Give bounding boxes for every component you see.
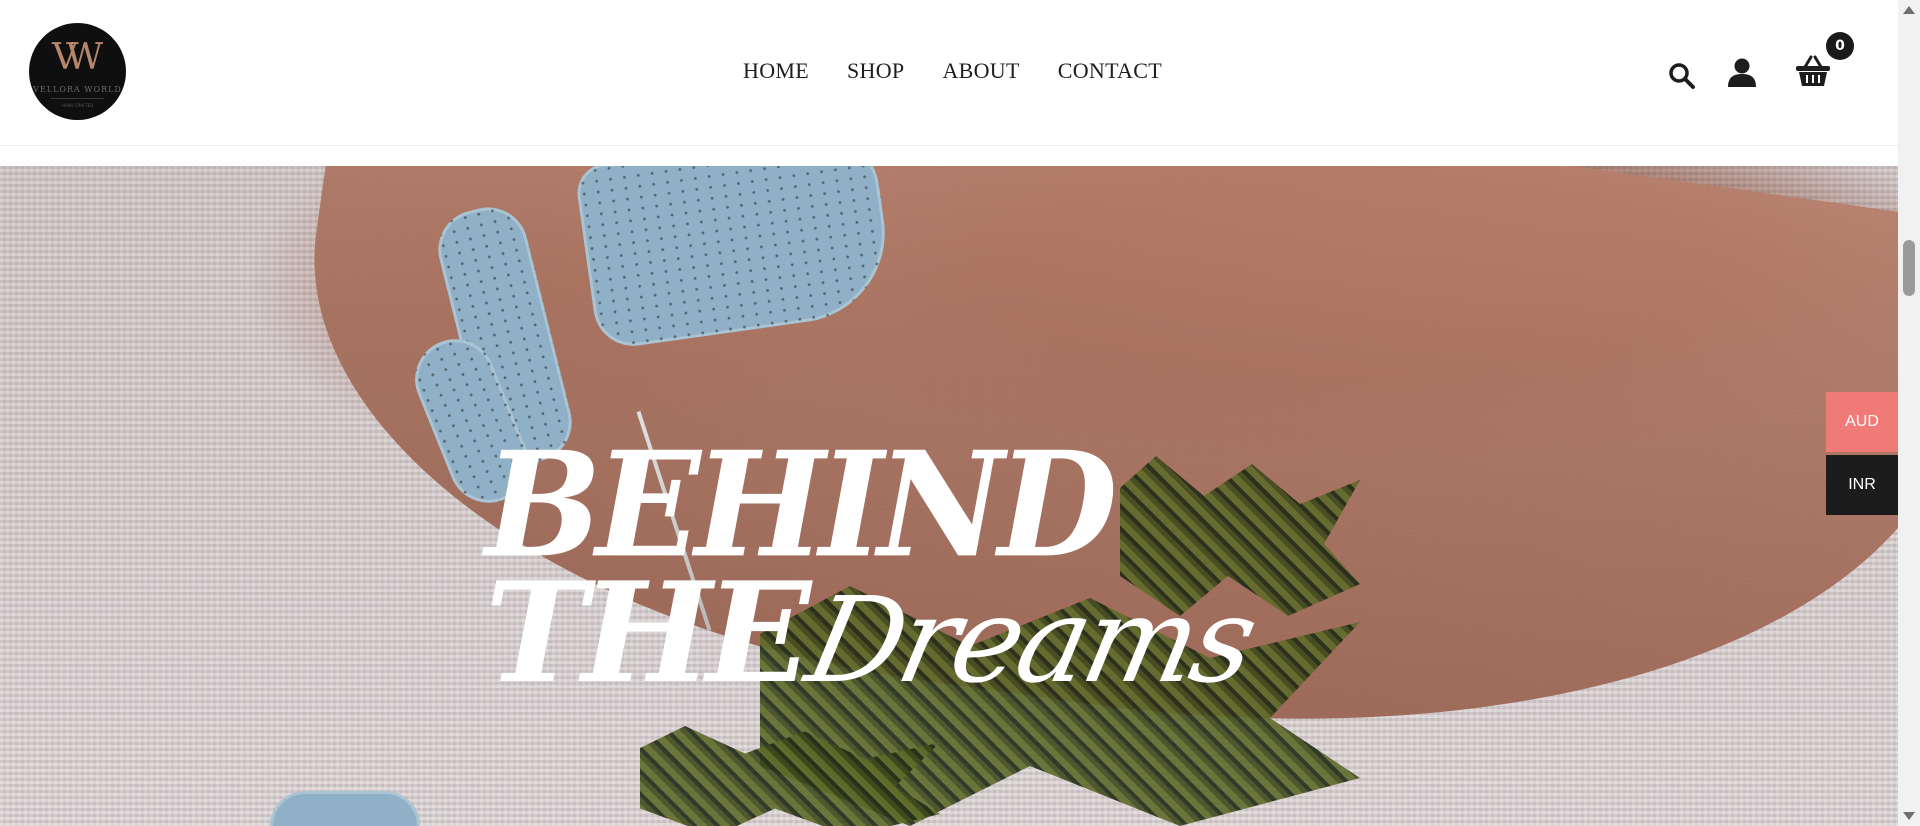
nav-about[interactable]: ABOUT bbox=[942, 58, 1019, 84]
cart-icon[interactable] bbox=[1795, 55, 1831, 87]
hero-banner: BEHIND THEDreams bbox=[0, 166, 1898, 826]
site-header: VW VELLORA WORLD HAND CRAFTED HOME SHOP … bbox=[0, 0, 1898, 146]
hero-headline: BEHIND THEDreams bbox=[485, 418, 1266, 709]
headline-behind: BEHIND bbox=[485, 418, 1118, 591]
logo-subtext: HAND CRAFTED bbox=[61, 103, 94, 108]
currency-inr-button[interactable]: INR bbox=[1826, 455, 1898, 515]
headline-dreams: Dreams bbox=[796, 571, 1266, 709]
scroll-thumb[interactable] bbox=[1903, 240, 1915, 296]
scroll-down-arrow-icon[interactable] bbox=[1903, 812, 1915, 820]
account-icon[interactable] bbox=[1727, 57, 1757, 87]
nav-home[interactable]: HOME bbox=[743, 58, 809, 84]
logo-divider bbox=[51, 98, 104, 99]
brand-logo[interactable]: VW VELLORA WORLD HAND CRAFTED bbox=[29, 23, 126, 120]
logo-wordmark: VELLORA WORLD bbox=[33, 85, 122, 94]
logo-monogram: VW bbox=[52, 37, 103, 78]
nav-contact[interactable]: CONTACT bbox=[1058, 58, 1162, 84]
currency-aud-button[interactable]: AUD bbox=[1826, 392, 1898, 452]
page-scrollbar[interactable] bbox=[1898, 0, 1920, 826]
cart-count-badge: 0 bbox=[1826, 32, 1854, 60]
search-icon[interactable] bbox=[1668, 62, 1696, 90]
nav-shop[interactable]: SHOP bbox=[847, 58, 904, 84]
scroll-up-arrow-icon[interactable] bbox=[1903, 6, 1915, 14]
nail-image bbox=[270, 791, 420, 826]
main-nav: HOME SHOP ABOUT CONTACT bbox=[743, 58, 1200, 84]
